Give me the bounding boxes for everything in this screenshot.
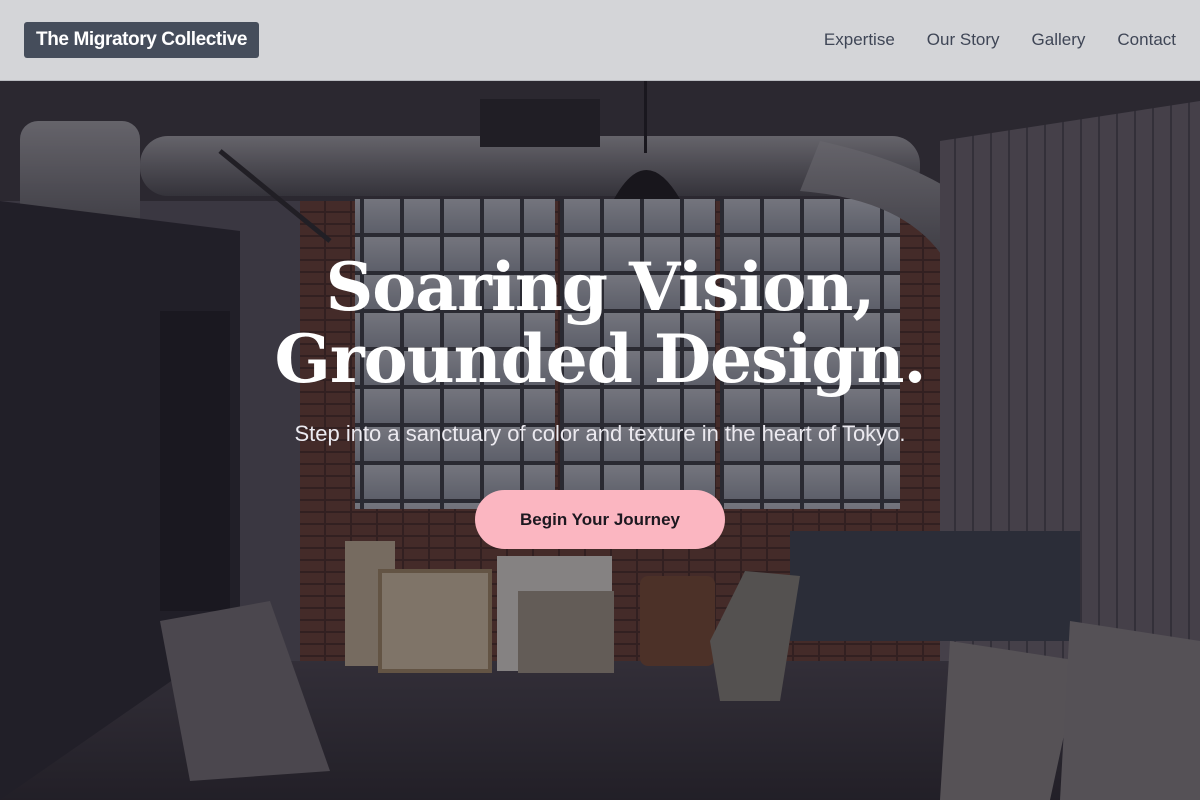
- site-header: The Migratory Collective Expertise Our S…: [0, 0, 1200, 81]
- hero-section: Soaring Vision, Grounded Design. Step in…: [0, 81, 1200, 800]
- nav-link-expertise[interactable]: Expertise: [824, 29, 895, 51]
- nav-link-contact[interactable]: Contact: [1117, 29, 1176, 51]
- nav-link-our-story[interactable]: Our Story: [927, 29, 1000, 51]
- hero-headline-line-1: Soaring Vision,: [325, 248, 876, 326]
- hero-content: Soaring Vision, Grounded Design. Step in…: [0, 81, 1200, 800]
- nav-link-gallery[interactable]: Gallery: [1032, 29, 1086, 51]
- hero-subtitle: Step into a sanctuary of color and textu…: [294, 421, 906, 446]
- main-nav: Expertise Our Story Gallery Contact: [824, 29, 1176, 51]
- hero-headline: Soaring Vision, Grounded Design.: [0, 251, 1200, 395]
- landing-page: The Migratory Collective Expertise Our S…: [0, 0, 1200, 800]
- begin-journey-button[interactable]: Begin Your Journey: [475, 490, 725, 549]
- hero-headline-line-2: Grounded Design.: [274, 320, 927, 398]
- site-logo[interactable]: The Migratory Collective: [24, 22, 260, 58]
